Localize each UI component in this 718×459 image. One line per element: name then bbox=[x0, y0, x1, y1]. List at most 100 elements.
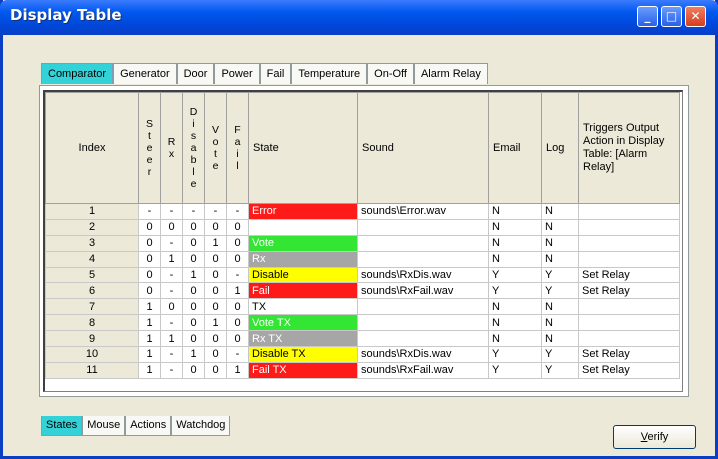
cell-fail[interactable]: 0 bbox=[226, 250, 249, 268]
cell-steer[interactable]: - bbox=[138, 203, 161, 220]
cell-email[interactable]: N bbox=[488, 234, 542, 252]
cell-log[interactable]: N bbox=[541, 298, 579, 316]
header-triggers[interactable]: Triggers Output Action in Display Table:… bbox=[578, 92, 680, 204]
cell-sound[interactable] bbox=[357, 298, 489, 316]
cell-steer[interactable]: 1 bbox=[138, 298, 161, 316]
cell-log[interactable]: Y bbox=[541, 361, 579, 379]
cell-vote[interactable]: 1 bbox=[204, 314, 227, 332]
tab-on-off[interactable]: On-Off bbox=[367, 63, 414, 84]
cell-email[interactable]: Y bbox=[488, 282, 542, 300]
cell-disable[interactable]: 0 bbox=[182, 234, 205, 252]
minimize-icon[interactable]: _ bbox=[637, 6, 658, 27]
cell-log[interactable]: N bbox=[541, 234, 579, 252]
cell-vote[interactable]: - bbox=[204, 203, 227, 220]
table-row[interactable]: 10 1-1 0- Disable TX sounds\RxDis.wav Y Y Set R… bbox=[45, 346, 680, 363]
cell-disable[interactable]: - bbox=[182, 203, 205, 220]
cell-fail[interactable]: 0 bbox=[226, 330, 249, 348]
cell-rx[interactable]: 1 bbox=[160, 250, 183, 268]
cell-vote[interactable]: 0 bbox=[204, 218, 227, 236]
cell-log[interactable]: N bbox=[541, 250, 579, 268]
header-email[interactable]: Email bbox=[488, 92, 542, 204]
cell-email[interactable]: Y bbox=[488, 346, 542, 363]
cell-sound[interactable] bbox=[357, 314, 489, 332]
cell-index[interactable]: 10 bbox=[45, 346, 139, 363]
cell-log[interactable]: Y bbox=[541, 266, 579, 284]
cell-sound[interactable]: sounds\RxDis.wav bbox=[357, 346, 489, 363]
cell-steer[interactable]: 1 bbox=[138, 361, 161, 379]
cell-index[interactable]: 9 bbox=[45, 330, 139, 348]
cell-trigger[interactable] bbox=[578, 203, 680, 220]
cell-vote[interactable]: 1 bbox=[204, 234, 227, 252]
tab-door[interactable]: Door bbox=[176, 63, 215, 84]
cell-disable[interactable]: 0 bbox=[182, 282, 205, 300]
cell-steer[interactable]: 0 bbox=[138, 250, 161, 268]
cell-log[interactable]: N bbox=[541, 330, 579, 348]
cell-sound[interactable] bbox=[357, 218, 489, 236]
maximize-icon[interactable]: □ bbox=[661, 6, 682, 27]
cell-fail[interactable]: 1 bbox=[226, 282, 249, 300]
header-log[interactable]: Log bbox=[541, 92, 579, 204]
cell-index[interactable]: 5 bbox=[45, 266, 139, 284]
cell-index[interactable]: 3 bbox=[45, 234, 139, 252]
table-row[interactable]: 3 0-0 1 0 Vote N N bbox=[45, 234, 680, 252]
table-row[interactable]: 8 1-0 1 0 Vote TX N N bbox=[45, 314, 680, 332]
tab-watchdog[interactable]: Watchdog bbox=[171, 416, 231, 436]
tab-temperature[interactable]: Temperature bbox=[291, 63, 368, 84]
cell-fail[interactable]: 1 bbox=[226, 361, 249, 379]
cell-index[interactable]: 6 bbox=[45, 282, 139, 300]
cell-log[interactable]: N bbox=[541, 203, 579, 220]
cell-log[interactable]: N bbox=[541, 218, 579, 236]
cell-sound[interactable]: sounds\RxDis.wav bbox=[357, 266, 489, 284]
cell-sound[interactable] bbox=[357, 330, 489, 348]
cell-trigger[interactable] bbox=[578, 218, 680, 236]
table-row[interactable]: 7 1 0 0 0 0 TX N N bbox=[45, 298, 680, 316]
cell-email[interactable]: Y bbox=[488, 361, 542, 379]
cell-rx[interactable]: - bbox=[160, 361, 183, 379]
cell-steer[interactable]: 1 bbox=[138, 346, 161, 363]
cell-index[interactable]: 7 bbox=[45, 298, 139, 316]
table-row[interactable]: 6 0-0 0 1 Fail sounds\RxFail.wav Y Y Set Relay bbox=[45, 282, 680, 300]
cell-rx[interactable]: - bbox=[160, 203, 183, 220]
header-disable[interactable]: D i s a b l e bbox=[182, 92, 205, 204]
header-steer[interactable]: S t e e r bbox=[138, 92, 161, 204]
table-row[interactable]: 5 0-1 0- Disable sounds\RxDis.wav Y Y Set Relay bbox=[45, 266, 680, 284]
header-state[interactable]: State bbox=[248, 92, 358, 204]
cell-trigger[interactable]: Set Relay bbox=[578, 282, 680, 300]
cell-index[interactable]: 11 bbox=[45, 361, 139, 379]
cell-email[interactable]: N bbox=[488, 298, 542, 316]
tab-fail[interactable]: Fail bbox=[259, 63, 292, 84]
cell-log[interactable]: N bbox=[541, 314, 579, 332]
cell-email[interactable]: N bbox=[488, 314, 542, 332]
cell-vote[interactable]: 0 bbox=[204, 282, 227, 300]
cell-steer[interactable]: 0 bbox=[138, 218, 161, 236]
cell-disable[interactable]: 0 bbox=[182, 250, 205, 268]
verify-button[interactable]: Verify bbox=[613, 425, 696, 449]
cell-fail[interactable]: 0 bbox=[226, 298, 249, 316]
cell-fail[interactable]: - bbox=[226, 266, 249, 284]
cell-state[interactable]: Disable TX bbox=[248, 346, 358, 363]
cell-fail[interactable]: 0 bbox=[226, 234, 249, 252]
cell-vote[interactable]: 0 bbox=[204, 250, 227, 268]
cell-index[interactable]: 8 bbox=[45, 314, 139, 332]
cell-state[interactable]: Rx TX bbox=[248, 330, 358, 348]
cell-sound[interactable]: sounds\RxFail.wav bbox=[357, 282, 489, 300]
cell-trigger[interactable] bbox=[578, 314, 680, 332]
cell-steer[interactable]: 0 bbox=[138, 266, 161, 284]
cell-fail[interactable]: 0 bbox=[226, 314, 249, 332]
cell-vote[interactable]: 0 bbox=[204, 266, 227, 284]
cell-rx[interactable]: 0 bbox=[160, 218, 183, 236]
cell-sound[interactable]: sounds\Error.wav bbox=[357, 203, 489, 220]
table-row[interactable]: 200000NN bbox=[45, 218, 680, 236]
cell-email[interactable]: N bbox=[488, 250, 542, 268]
cell-state[interactable]: Fail TX bbox=[248, 361, 358, 379]
cell-state[interactable] bbox=[248, 218, 358, 236]
cell-state[interactable]: Fail bbox=[248, 282, 358, 300]
cell-steer[interactable]: 0 bbox=[138, 234, 161, 252]
tab-comparator[interactable]: Comparator bbox=[41, 63, 114, 84]
cell-sound[interactable] bbox=[357, 234, 489, 252]
cell-state[interactable]: Rx bbox=[248, 250, 358, 268]
header-rx[interactable]: R x bbox=[160, 92, 183, 204]
cell-steer[interactable]: 0 bbox=[138, 282, 161, 300]
title-bar[interactable]: Display Table _ □ ✕ bbox=[0, 0, 718, 35]
cell-vote[interactable]: 0 bbox=[204, 330, 227, 348]
